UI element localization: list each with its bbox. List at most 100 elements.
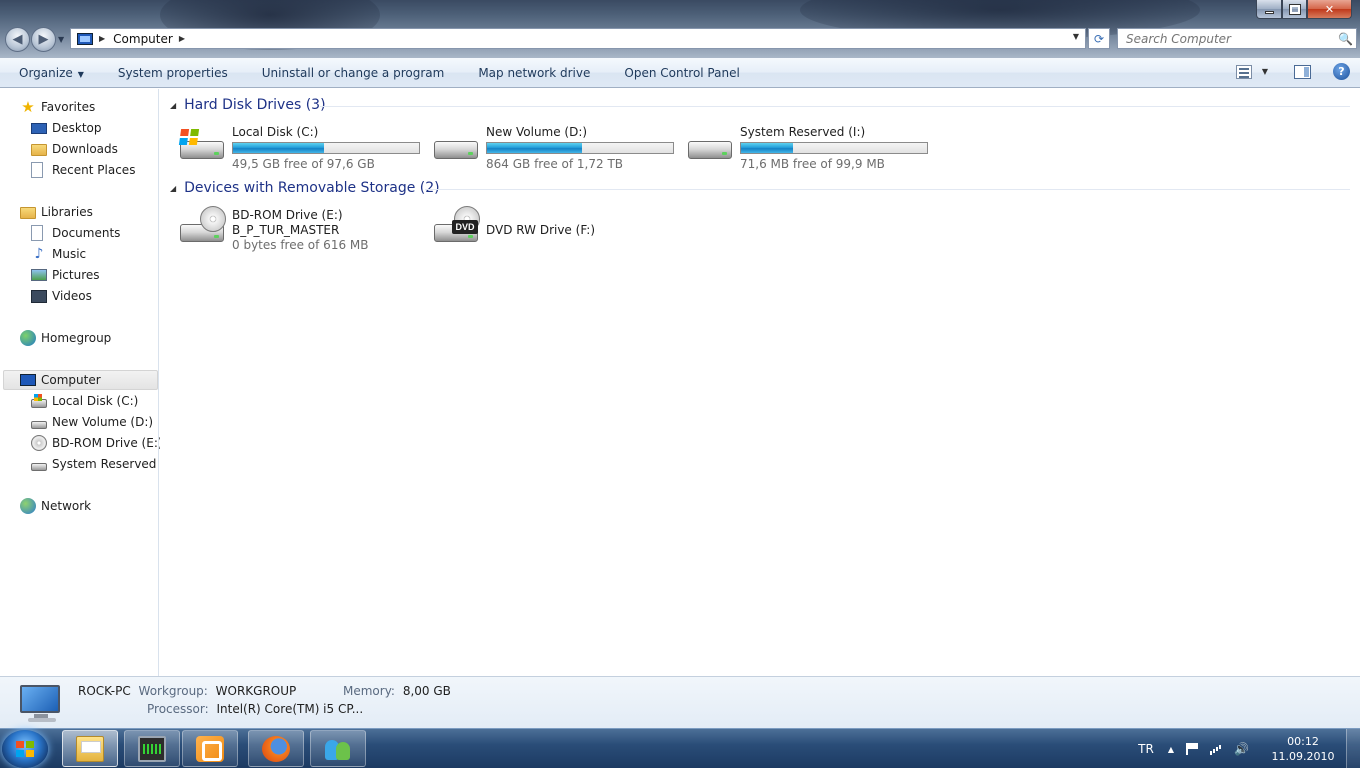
nav-libraries[interactable]: Libraries — [20, 202, 93, 222]
start-button[interactable] — [2, 730, 48, 768]
film-strip-icon — [31, 289, 47, 303]
documents-icon — [31, 225, 43, 241]
uninstall-program-button[interactable]: Uninstall or change a program — [243, 66, 460, 80]
nav-new-volume[interactable]: New Volume (D:) — [31, 412, 153, 432]
content-pane: ◢ Hard Disk Drives (3) Local Disk (C:) 4… — [160, 89, 1360, 676]
back-button[interactable]: ◀ — [5, 27, 30, 52]
show-desktop-button[interactable] — [1346, 729, 1360, 768]
nav-local-disk[interactable]: Local Disk (C:) — [31, 391, 138, 411]
search-icon[interactable]: 🔍 — [1338, 32, 1356, 46]
help-icon[interactable]: ? — [1333, 63, 1350, 80]
view-options-dropdown-icon[interactable]: ▼ — [1262, 67, 1268, 76]
breadcrumb-computer[interactable]: Computer — [113, 32, 173, 46]
chevron-down-icon: ▼ — [77, 69, 84, 79]
forward-button[interactable]: ▶ — [31, 27, 56, 52]
task-manager-icon — [138, 735, 166, 762]
optical-drive-icon — [178, 206, 226, 254]
back-arrow-icon: ◀ — [12, 32, 23, 47]
drive-tile-d[interactable]: New Volume (D:) 864 GB free of 1,72 TB — [432, 123, 674, 172]
computer-icon — [77, 32, 93, 45]
nav-system-reserved[interactable]: System Reserved (I:) — [31, 454, 177, 474]
taskbar-messenger[interactable] — [310, 730, 366, 767]
drive-name: System Reserved (I:) — [740, 125, 866, 139]
nav-pictures[interactable]: Pictures — [31, 265, 100, 285]
map-network-drive-button[interactable]: Map network drive — [459, 66, 605, 80]
breadcrumb-chevron-icon[interactable]: ▶ — [179, 34, 185, 43]
downloads-folder-icon — [31, 144, 47, 156]
taskbar-vmware[interactable] — [182, 730, 238, 767]
disc-icon — [200, 206, 226, 232]
close-icon: ✕ — [1324, 2, 1335, 16]
processor-row: Processor: Intel(R) Core(TM) i5 CP... — [147, 702, 363, 716]
preview-pane-icon[interactable] — [1294, 64, 1311, 79]
collapse-triangle-icon[interactable]: ◢ — [170, 184, 176, 193]
libraries-icon — [20, 207, 36, 219]
recent-pages-dropdown[interactable]: ▼ — [58, 35, 64, 44]
nav-computer[interactable]: Computer — [3, 370, 158, 390]
refresh-button[interactable]: ⟳ — [1088, 28, 1110, 49]
nav-music[interactable]: ♪ Music — [31, 244, 87, 264]
dvd-drive-icon: DVD — [432, 206, 480, 254]
nav-recent-places[interactable]: Recent Places — [31, 160, 135, 180]
change-view-icon[interactable] — [1235, 64, 1252, 79]
nav-bdrom[interactable]: BD-ROM Drive (E:) B — [31, 433, 175, 453]
command-bar: Organize ▼ System properties Uninstall or… — [0, 58, 1360, 88]
close-button[interactable]: ✕ — [1307, 0, 1352, 19]
drive-tile-bdrom[interactable]: BD-ROM Drive (E:) B_P_TUR_MASTER 0 bytes… — [178, 206, 368, 254]
hard-drive-icon — [686, 123, 734, 171]
language-indicator[interactable]: TR — [1138, 742, 1154, 756]
workgroup-value: WORKGROUP — [215, 684, 297, 698]
hard-drive-icon — [31, 462, 47, 471]
taskbar-explorer[interactable] — [62, 730, 118, 767]
minimize-button[interactable] — [1256, 0, 1282, 19]
group-divider — [320, 106, 1350, 107]
address-dropdown-icon[interactable]: ▼ — [1073, 32, 1079, 41]
taskbar-task-manager[interactable] — [124, 730, 180, 767]
breadcrumb-chevron-icon[interactable]: ▶ — [99, 34, 105, 43]
group-header-removable-storage[interactable]: ◢ Devices with Removable Storage (2) — [170, 180, 1350, 196]
homegroup-icon — [20, 330, 36, 346]
show-hidden-icons-icon[interactable]: ▲ — [1168, 745, 1174, 754]
desktop-icon — [31, 122, 47, 134]
organize-button[interactable]: Organize ▼ — [0, 66, 99, 80]
drive-tile-i[interactable]: System Reserved (I:) 71,6 MB free of 99,… — [686, 123, 928, 172]
memory-row: Memory: 8,00 GB — [343, 684, 451, 698]
clock-date: 11.09.2010 — [1271, 750, 1335, 763]
nav-documents[interactable]: Documents — [31, 223, 120, 243]
drive-tile-c[interactable]: Local Disk (C:) 49,5 GB free of 97,6 GB — [178, 123, 420, 172]
nav-homegroup[interactable]: Homegroup — [20, 328, 111, 348]
processor-value: Intel(R) Core(TM) i5 CP... — [216, 702, 364, 716]
pictures-icon — [31, 269, 47, 281]
drive-tile-dvdrw[interactable]: DVD DVD RW Drive (F:) — [432, 206, 595, 254]
system-drive-icon — [31, 394, 47, 408]
minimize-icon — [1264, 10, 1274, 14]
nav-videos[interactable]: Videos — [31, 286, 92, 306]
collapse-triangle-icon[interactable]: ◢ — [170, 101, 176, 110]
network-signal-icon[interactable] — [1210, 743, 1224, 755]
computer-icon — [20, 374, 36, 386]
search-input[interactable] — [1118, 29, 1338, 48]
taskbar-firefox[interactable] — [248, 730, 304, 767]
nav-favorites[interactable]: ★ Favorites — [20, 97, 95, 117]
nav-network[interactable]: Network — [20, 496, 91, 516]
clock[interactable]: 00:12 11.09.2010 — [1260, 734, 1346, 764]
usage-bar — [740, 142, 928, 154]
nav-downloads[interactable]: Downloads — [31, 139, 118, 159]
volume-icon[interactable]: 🔊 — [1234, 743, 1249, 755]
memory-label: Memory: — [343, 684, 395, 698]
drive-name: New Volume (D:) — [486, 125, 588, 139]
address-bar[interactable]: ▶ Computer ▶ ▼ — [70, 28, 1086, 49]
open-control-panel-button[interactable]: Open Control Panel — [605, 66, 754, 80]
system-tray: TR ▲ 🔊 00:12 11.09.2010 — [1138, 729, 1360, 768]
network-icon — [20, 498, 36, 514]
action-center-flag-icon[interactable] — [1186, 743, 1200, 755]
drive-name: Local Disk (C:) — [232, 125, 319, 139]
workgroup-label: Workgroup: — [138, 684, 208, 698]
drive-free-space: 864 GB free of 1,72 TB — [486, 157, 624, 171]
nav-desktop[interactable]: Desktop — [31, 118, 102, 138]
search-box[interactable]: 🔍 — [1117, 28, 1357, 49]
system-properties-button[interactable]: System properties — [99, 66, 243, 80]
maximize-button[interactable] — [1282, 0, 1307, 19]
windows-logo-icon — [178, 129, 200, 145]
group-header-hard-disk-drives[interactable]: ◢ Hard Disk Drives (3) — [170, 97, 1350, 113]
